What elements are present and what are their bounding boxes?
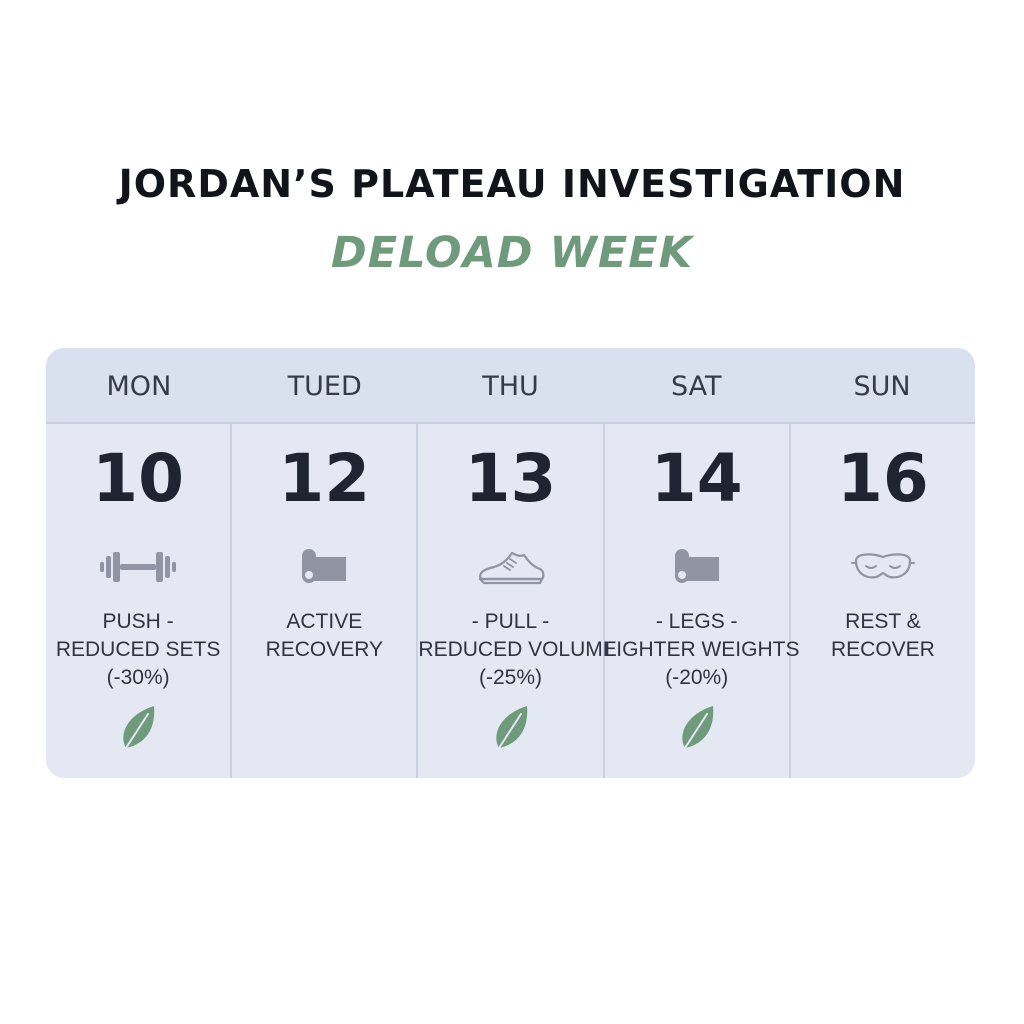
sneaker-icon: [466, 542, 556, 592]
week-calendar: MON TUED THU SAT SUN 10 PUSH - REDUCED S…: [46, 348, 975, 778]
workout-label-line: (-20%): [665, 666, 729, 689]
day-cell-mon[interactable]: 10 PUSH - REDUCED SETS (-30%): [46, 424, 233, 778]
workout-label-line: ACTIVE: [286, 610, 363, 633]
day-cell-tue[interactable]: 12 ACTIVE RECOVERY: [232, 424, 419, 778]
dumbbell-icon: [93, 542, 183, 592]
day-name-sun: SUN: [853, 371, 911, 402]
workout-label-line: (-25%): [479, 666, 543, 689]
day-name-tue: TUED: [287, 371, 362, 402]
yoga-mat-icon: [279, 542, 369, 592]
workout-label: ACTIVE RECOVERY: [232, 608, 416, 664]
workout-label-line: REDUCED SETS: [55, 638, 221, 661]
workout-label: - PULL - REDUCED VOLUME (-25%): [418, 608, 617, 692]
day-name-mon: MON: [106, 371, 172, 402]
workout-label-line: LIGHTER WEIGHTS: [604, 638, 800, 661]
day-name-sat: SAT: [671, 371, 722, 402]
day-cell-sat[interactable]: 14 - LEGS - LIGHTER WEIGHTS (-20%): [604, 424, 800, 778]
workout-label-line: REDUCED VOLUME: [418, 638, 617, 661]
leaf-icon: [116, 702, 160, 752]
day-date: 10: [92, 440, 185, 517]
workout-label-line: REST &: [845, 610, 921, 633]
page-subtitle: DELOAD WEEK: [331, 228, 693, 278]
workout-label: REST & RECOVER: [791, 608, 975, 664]
calendar-body: 10 PUSH - REDUCED SETS (-30%) 12 ACTIVE …: [46, 424, 975, 778]
page-title: JORDAN’S PLATEAU INVESTIGATION: [118, 162, 906, 206]
day-date: 13: [464, 440, 557, 517]
workout-label-line: PUSH -: [102, 610, 174, 633]
leaf-icon: [489, 702, 533, 752]
day-date: 12: [278, 440, 371, 517]
day-cell-thu[interactable]: 13 - PULL - REDUCED VOLUME (-25%): [418, 424, 617, 778]
sleep-mask-icon: [838, 542, 928, 592]
day-cell-sun[interactable]: 16 REST & RECOVER: [791, 424, 975, 778]
calendar-header: MON TUED THU SAT SUN: [46, 348, 975, 424]
workout-label-line: (-30%): [106, 666, 170, 689]
yoga-mat-icon: [652, 542, 742, 592]
workout-label-line: RECOVER: [830, 638, 935, 661]
workout-label-line: - PULL -: [471, 610, 550, 633]
workout-label-line: RECOVERY: [265, 638, 384, 661]
page: JORDAN’S PLATEAU INVESTIGATION DELOAD WE…: [0, 0, 1024, 1024]
day-name-thu: THU: [482, 371, 539, 402]
day-date: 16: [836, 440, 929, 517]
day-date: 14: [650, 440, 743, 517]
workout-label: PUSH - REDUCED SETS (-30%): [46, 608, 230, 692]
leaf-icon: [675, 702, 719, 752]
workout-label: - LEGS - LIGHTER WEIGHTS (-20%): [604, 608, 800, 692]
workout-label-line: - LEGS -: [655, 610, 738, 633]
